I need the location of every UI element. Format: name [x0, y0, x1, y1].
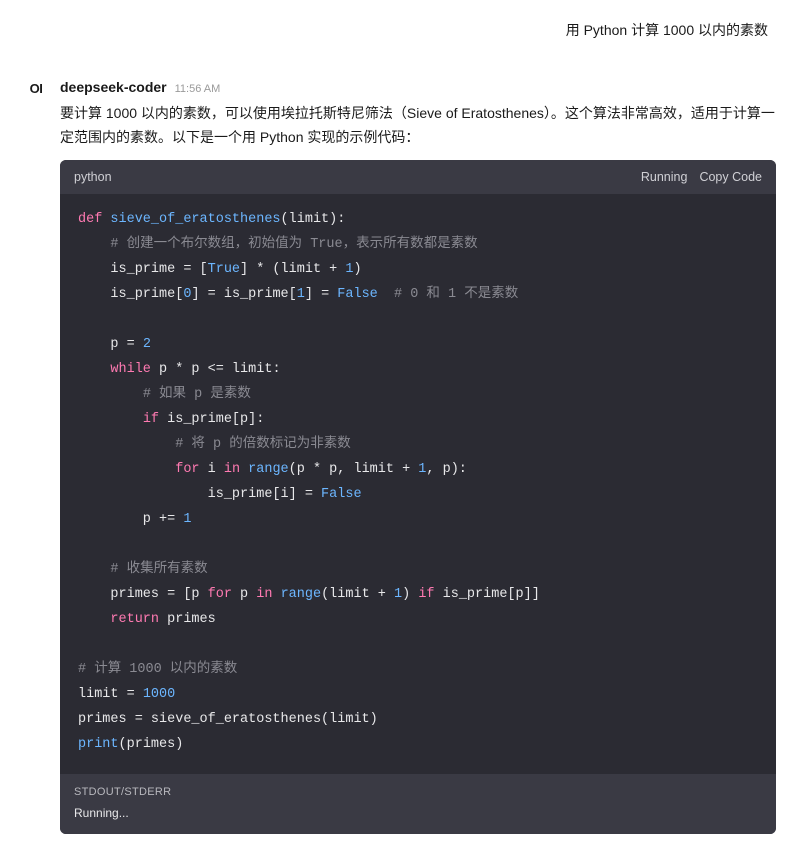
timestamp: 11:56 AM: [175, 81, 221, 98]
code-header: python Running Copy Code: [60, 160, 776, 195]
code-token: [78, 412, 143, 427]
code-token: for: [208, 587, 232, 602]
code-token: ] =: [305, 287, 337, 302]
code-token: is_prime = [: [78, 262, 208, 277]
code-token: 1: [297, 287, 305, 302]
code-token: ] * (limit +: [240, 262, 345, 277]
code-token: , p):: [426, 462, 467, 477]
avatar: OI: [24, 77, 48, 101]
code-token: (limit):: [281, 212, 346, 227]
code-block: python Running Copy Code def sieve_of_er…: [60, 160, 776, 835]
code-token: if: [418, 587, 434, 602]
code-token: [78, 562, 110, 577]
code-token: # 如果 p 是素数: [143, 387, 251, 402]
code-token: return: [110, 612, 159, 627]
code-token: 2: [143, 337, 151, 352]
code-token: primes: [159, 612, 216, 627]
code-token: 1: [394, 587, 402, 602]
code-token: # 0 和 1 不是素数: [394, 287, 518, 302]
code-token: limit =: [78, 687, 143, 702]
code-token: p =: [78, 337, 143, 352]
message-meta: deepseek-coder 11:56 AM: [60, 77, 776, 98]
copy-code-button[interactable]: Copy Code: [699, 168, 762, 187]
code-body[interactable]: def sieve_of_eratosthenes(limit): # 创建一个…: [60, 194, 776, 773]
user-message: 用 Python 计算 1000 以内的素数: [24, 16, 776, 45]
code-token: sieve_of_eratosthenes: [110, 212, 280, 227]
code-token: # 收集所有素数: [110, 562, 207, 577]
code-language-label: python: [74, 168, 112, 187]
code-token: ] = is_prime[: [191, 287, 296, 302]
output-label: STDOUT/STDERR: [74, 784, 762, 801]
code-token: [78, 362, 110, 377]
code-token: range: [281, 587, 322, 602]
code-token: # 计算 1000 以内的素数: [78, 662, 237, 677]
code-token: [378, 287, 394, 302]
code-token: False: [321, 487, 362, 502]
code-token: ): [353, 262, 361, 277]
code-token: p +=: [78, 512, 183, 527]
code-token: if: [143, 412, 159, 427]
code-token: True: [208, 262, 240, 277]
code-token: False: [337, 287, 378, 302]
code-token: primes = [p: [78, 587, 208, 602]
code-token: ): [402, 587, 418, 602]
code-token: print: [78, 737, 119, 752]
assistant-message: OI deepseek-coder 11:56 AM 要计算 1000 以内的素…: [24, 77, 776, 834]
code-token: p * p <= limit:: [151, 362, 281, 377]
output-block: STDOUT/STDERR Running...: [60, 774, 776, 835]
code-token: # 创建一个布尔数组，初始值为 True，表示所有数都是素数: [110, 237, 477, 252]
code-token: [78, 437, 175, 452]
code-token: for: [175, 462, 199, 477]
model-name: deepseek-coder: [60, 77, 167, 98]
code-token: (p * p, limit +: [289, 462, 419, 477]
code-token: range: [248, 462, 289, 477]
code-token: [78, 612, 110, 627]
code-token: is_prime[i] =: [78, 487, 321, 502]
code-token: is_prime[p]]: [435, 587, 540, 602]
code-token: while: [110, 362, 151, 377]
code-token: in: [224, 462, 240, 477]
code-token: p: [232, 587, 256, 602]
code-token: primes = sieve_of_eratosthenes(limit): [78, 712, 378, 727]
code-token: is_prime[: [78, 287, 183, 302]
code-token: [78, 237, 110, 252]
output-text: Running...: [74, 804, 762, 822]
code-token: in: [256, 587, 272, 602]
running-label: Running: [641, 168, 688, 187]
code-token: [78, 387, 143, 402]
code-token: 1000: [143, 687, 175, 702]
code-token: [78, 462, 175, 477]
code-token: (limit +: [321, 587, 394, 602]
code-token: 1: [183, 512, 191, 527]
code-token: def: [78, 212, 110, 227]
code-token: # 将 p 的倍数标记为非素数: [175, 437, 351, 452]
intro-text: 要计算 1000 以内的素数，可以使用埃拉托斯特尼筛法（Sieve of Era…: [60, 102, 776, 150]
code-token: (primes): [119, 737, 184, 752]
code-token: is_prime[p]:: [159, 412, 264, 427]
code-token: [240, 462, 248, 477]
code-token: [272, 587, 280, 602]
code-token: i: [200, 462, 224, 477]
